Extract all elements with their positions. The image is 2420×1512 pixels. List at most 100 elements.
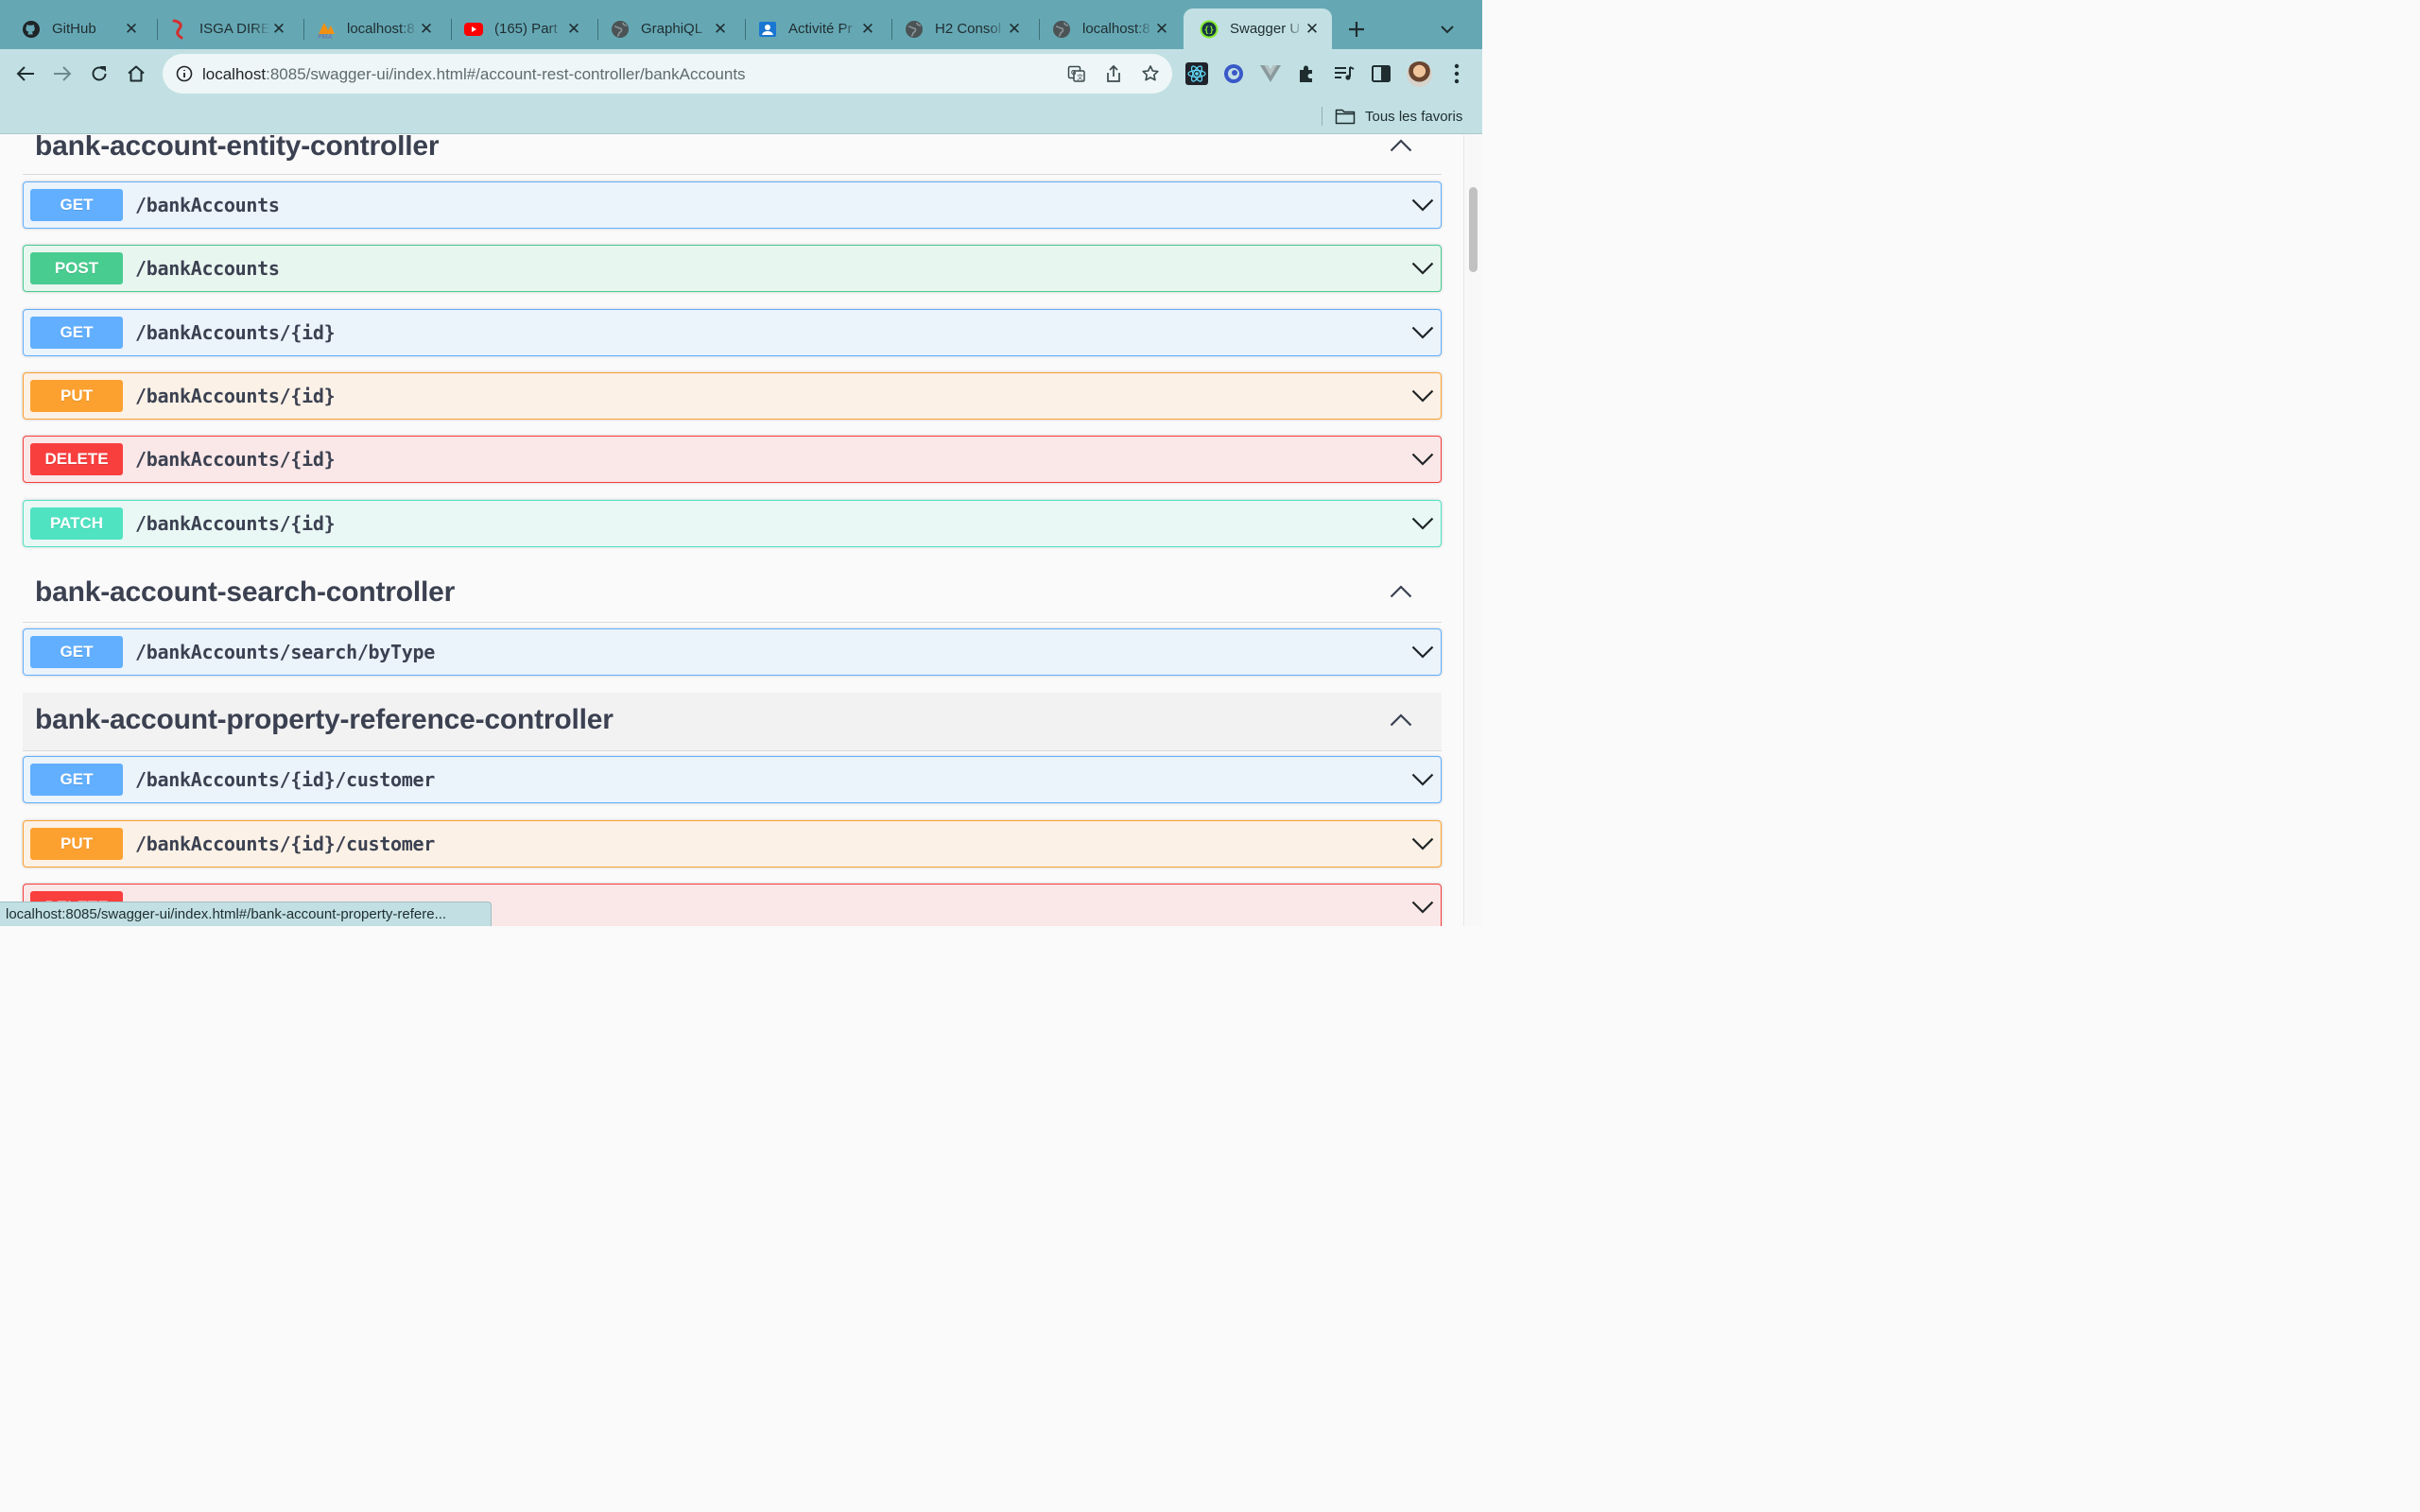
- side-panel-icon[interactable]: [1369, 61, 1393, 86]
- chevron-down-icon[interactable]: [1410, 767, 1435, 792]
- close-tab-icon[interactable]: ✕: [565, 20, 582, 38]
- tab-title: (165) Part: [494, 21, 558, 37]
- globe-icon: [610, 19, 631, 40]
- chevron-up-icon[interactable]: [1389, 135, 1413, 158]
- tab-isga[interactable]: ISGA DIRE ✕: [153, 9, 299, 49]
- section-header-bank-account-entity-controller[interactable]: bank-account-entity-controller: [23, 135, 1442, 175]
- swagger-icon: {}: [1199, 19, 1219, 40]
- close-tab-icon[interactable]: ✕: [1006, 20, 1023, 38]
- operation-path: /bankAccounts/{id}: [135, 512, 336, 535]
- operation-get-bankAccounts-id[interactable]: GET /bankAccounts/{id}: [23, 309, 1442, 356]
- close-tab-icon[interactable]: ✕: [123, 20, 140, 38]
- method-badge: DELETE: [30, 443, 123, 475]
- svg-text:PMA: PMA: [318, 34, 333, 40]
- react-devtools-icon[interactable]: [1184, 61, 1209, 86]
- tab-graphiql[interactable]: GraphiQL ✕: [595, 9, 740, 49]
- tab-activite[interactable]: Activité Pr ✕: [742, 9, 888, 49]
- bookmark-star-icon[interactable]: [1139, 62, 1162, 85]
- operation-post-bankAccounts[interactable]: POST /bankAccounts: [23, 245, 1442, 292]
- tab-title: localhost:8: [1082, 21, 1150, 37]
- extensions-puzzle-icon[interactable]: [1295, 61, 1320, 86]
- chevron-up-icon[interactable]: [1389, 708, 1413, 732]
- operation-path: /bankAccounts/{id}/customer: [135, 833, 436, 855]
- tab-localhost[interactable]: localhost:8 ✕: [1036, 9, 1182, 49]
- chevron-down-icon[interactable]: [1410, 832, 1435, 856]
- svg-text:文: 文: [1077, 73, 1083, 81]
- address-bar[interactable]: localhost:8085/swagger-ui/index.html#/ac…: [163, 54, 1172, 94]
- tab-search-chevron-icon[interactable]: [1435, 17, 1460, 42]
- tab-title: GitHub: [52, 21, 96, 37]
- bookmarks-bar: Tous les favoris: [0, 98, 1482, 134]
- chevron-down-icon[interactable]: [1410, 193, 1435, 217]
- chevron-down-icon[interactable]: [1410, 447, 1435, 472]
- profile-avatar[interactable]: [1407, 61, 1432, 87]
- scrollbar-thumb[interactable]: [1469, 187, 1478, 272]
- operation-delete-bankAccounts-id[interactable]: DELETE /bankAccounts/{id}: [23, 436, 1442, 483]
- close-tab-icon[interactable]: ✕: [1304, 20, 1321, 38]
- section-header-bank-account-search-controller[interactable]: bank-account-search-controller: [23, 568, 1442, 623]
- operation-put-bankAccounts-id-customer[interactable]: PUT /bankAccounts/{id}/customer: [23, 820, 1442, 868]
- url-text[interactable]: localhost:8085/swagger-ui/index.html#/ac…: [202, 65, 746, 84]
- section-title: bank-account-entity-controller: [35, 135, 440, 162]
- tab-h2-console[interactable]: H2 Consol ✕: [889, 9, 1034, 49]
- operation-put-bankAccounts-id[interactable]: PUT /bankAccounts/{id}: [23, 372, 1442, 420]
- page-scrollbar[interactable]: [1463, 135, 1482, 926]
- section-title: bank-account-search-controller: [35, 576, 456, 608]
- url-path: :8085/swagger-ui/index.html#/account-res…: [266, 65, 746, 83]
- tab-strip: GitHub ✕ ISGA DIRE ✕ PMA localhost:8 ✕ (…: [0, 0, 1482, 49]
- new-tab-button[interactable]: [1343, 16, 1370, 43]
- url-host: localhost: [202, 65, 267, 83]
- chevron-down-icon[interactable]: [1410, 640, 1435, 664]
- tab-title: H2 Consol: [935, 21, 1002, 37]
- close-tab-icon[interactable]: ✕: [270, 20, 287, 38]
- section-header-bank-account-property-reference-controller[interactable]: bank-account-property-reference-controll…: [23, 693, 1442, 751]
- tab-localhost-pma[interactable]: PMA localhost:8 ✕: [301, 9, 446, 49]
- chevron-down-icon[interactable]: [1410, 511, 1435, 536]
- close-tab-icon[interactable]: ✕: [859, 20, 876, 38]
- tab-youtube[interactable]: (165) Part ✕: [448, 9, 594, 49]
- method-badge: GET: [30, 317, 123, 349]
- all-bookmarks-folder[interactable]: Tous les favoris: [1335, 106, 1462, 127]
- vue-devtools-icon[interactable]: [1258, 61, 1283, 86]
- method-badge: PUT: [30, 828, 123, 860]
- chevron-down-icon[interactable]: [1410, 384, 1435, 408]
- chevron-down-icon[interactable]: [1410, 320, 1435, 345]
- share-icon[interactable]: [1102, 62, 1125, 85]
- operation-path: /bankAccounts: [135, 194, 280, 216]
- operation-patch-bankAccounts-id[interactable]: PATCH /bankAccounts/{id}: [23, 500, 1442, 547]
- reading-list-icon[interactable]: [1332, 61, 1357, 86]
- reload-button[interactable]: [85, 60, 113, 88]
- operation-get-bankAccounts-search-byType[interactable]: GET /bankAccounts/search/byType: [23, 628, 1442, 676]
- svg-text:{}: {}: [1204, 26, 1215, 35]
- back-button[interactable]: [11, 60, 40, 88]
- tab-title: Activité Pr: [788, 21, 853, 37]
- translate-icon[interactable]: G文: [1065, 62, 1088, 85]
- extension-swirl-icon[interactable]: [1221, 61, 1246, 86]
- tab-title: Swagger U: [1230, 21, 1301, 37]
- section-title: bank-account-property-reference-controll…: [35, 704, 614, 735]
- method-badge: PUT: [30, 380, 123, 412]
- operation-get-bankAccounts[interactable]: GET /bankAccounts: [23, 181, 1442, 229]
- operation-path: /bankAccounts/{id}: [135, 385, 336, 407]
- globe-icon: [1051, 19, 1072, 40]
- method-badge: GET: [30, 189, 123, 221]
- chevron-down-icon[interactable]: [1410, 895, 1435, 919]
- close-tab-icon[interactable]: ✕: [712, 20, 729, 38]
- swagger-ui-page: bank-account-entity-controller GET /bank…: [0, 135, 1482, 926]
- operation-path: /bankAccounts/{id}: [135, 448, 336, 471]
- forward-button[interactable]: [48, 60, 77, 88]
- operation-get-bankAccounts-id-customer[interactable]: GET /bankAccounts/{id}/customer: [23, 756, 1442, 803]
- site-info-icon[interactable]: [174, 63, 195, 84]
- tab-swagger-ui[interactable]: {} Swagger U ✕: [1184, 9, 1332, 49]
- chevron-down-icon[interactable]: [1410, 256, 1435, 281]
- more-menu-icon[interactable]: [1446, 61, 1467, 86]
- close-tab-icon[interactable]: ✕: [1153, 20, 1170, 38]
- browser-toolbar: localhost:8085/swagger-ui/index.html#/ac…: [0, 49, 1482, 98]
- home-button[interactable]: [122, 60, 150, 88]
- close-tab-icon[interactable]: ✕: [418, 20, 435, 38]
- github-icon: [21, 19, 42, 40]
- tab-github[interactable]: GitHub ✕: [6, 9, 151, 49]
- chevron-up-icon[interactable]: [1389, 579, 1413, 604]
- youtube-icon: [463, 19, 484, 40]
- method-badge: GET: [30, 636, 123, 668]
